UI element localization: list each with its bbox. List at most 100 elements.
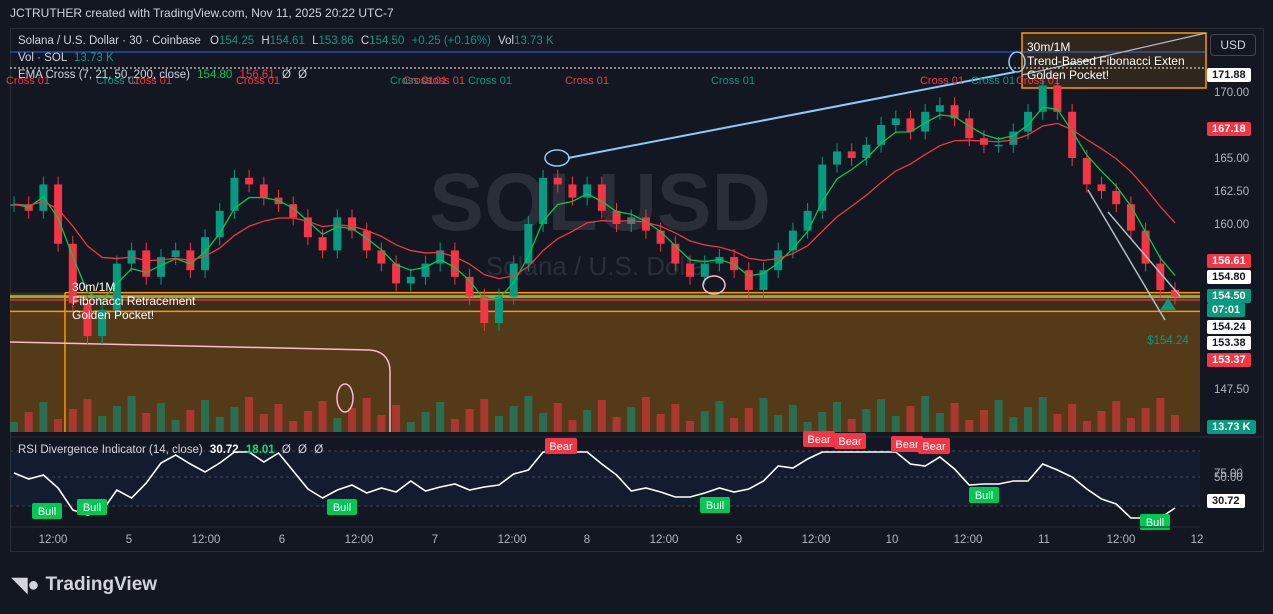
bull-label: Bull xyxy=(38,506,56,518)
x-axis-label: 6 xyxy=(279,534,285,546)
volume-bar xyxy=(641,397,650,432)
candle-body xyxy=(1112,191,1121,205)
bear-label: Bear xyxy=(549,441,573,453)
bull-label: Bull xyxy=(975,490,993,502)
candle-body xyxy=(832,151,841,165)
volume-bar xyxy=(832,402,841,432)
volume-label: Vol · SOL xyxy=(18,52,67,64)
x-axis-label: 12:00 xyxy=(650,534,679,546)
price-tag: 153.38 xyxy=(1207,336,1251,350)
volume-bar xyxy=(715,401,724,432)
symbol-name: Solana / U.S. Dollar · 30 · Coinbase xyxy=(18,35,201,47)
candle-body xyxy=(935,105,944,112)
bear-label: Bear xyxy=(895,439,919,451)
vol-label: Vol xyxy=(498,35,515,47)
volume-bar xyxy=(171,420,180,432)
candle-body xyxy=(686,263,695,277)
candle-body xyxy=(1126,204,1135,231)
volume-bar xyxy=(553,403,562,432)
candle-body xyxy=(171,250,180,257)
volume-bar xyxy=(112,406,121,432)
volume-bar xyxy=(259,414,268,432)
fib-right-line1: 30m/1M xyxy=(1027,40,1071,54)
volume-bar xyxy=(465,409,474,432)
volume-bar xyxy=(392,405,401,432)
tradingview-logo[interactable]: ◥● TradingView xyxy=(12,572,157,597)
volume-bar xyxy=(730,418,739,432)
cross-label: Cross 01 xyxy=(468,75,512,87)
volume-bar xyxy=(656,414,665,432)
candle-body xyxy=(1082,158,1091,185)
volume-bar xyxy=(142,413,151,432)
bear-label: Bear xyxy=(807,434,831,446)
bear-label: Bear xyxy=(922,441,946,453)
volume-bar xyxy=(201,400,210,432)
price-tag: 07:01 xyxy=(1207,303,1246,317)
cross-label: Cross 01 xyxy=(971,75,1015,87)
volume-bar xyxy=(54,419,63,432)
volume-bar xyxy=(965,420,974,432)
x-axis-label: 7 xyxy=(432,534,438,546)
volume-bar xyxy=(215,417,224,432)
candle-body xyxy=(847,151,856,158)
volume-bar xyxy=(1156,398,1165,432)
y-axis-label: 165.00 xyxy=(1214,153,1249,165)
volume-bar xyxy=(847,419,856,432)
candle-body xyxy=(612,210,621,224)
candle-body xyxy=(700,263,709,277)
candle-body xyxy=(553,177,562,185)
volume-bar xyxy=(700,411,709,432)
volume-bar xyxy=(906,406,915,432)
volume-bar xyxy=(318,401,327,432)
x-axis-label: 12:00 xyxy=(802,534,831,546)
candle-body xyxy=(509,263,518,297)
currency-button[interactable]: USD xyxy=(1210,34,1256,56)
cross-label: Cross 01 xyxy=(421,75,465,87)
x-axis-label: 12:00 xyxy=(954,534,983,546)
volume-legend[interactable]: Vol · SOL 13.73 K xyxy=(18,52,114,64)
volume-bar xyxy=(362,398,371,432)
volume-bar xyxy=(627,407,636,432)
volume-bar xyxy=(421,412,430,432)
change-value: +0.25 (+0.16%) xyxy=(411,35,491,47)
volume-bar xyxy=(156,403,165,432)
volume-bar xyxy=(774,415,783,432)
ema-legend[interactable]: EMA Cross (7, 21, 50, 200, close) 154.80… xyxy=(18,69,307,81)
rsi-value-2: 18.01 xyxy=(245,444,275,456)
volume-bar xyxy=(979,410,988,432)
candle-body xyxy=(333,217,342,251)
fib-right-label: 30m/1M Trend-Based Fibonacci Exten Golde… xyxy=(1027,40,1203,82)
volume-bar xyxy=(818,412,827,432)
price-tag: 167.18 xyxy=(1207,122,1251,136)
volume-bar xyxy=(1126,418,1135,432)
price-tag: 13.73 K xyxy=(1207,420,1256,434)
volume-bar xyxy=(1068,404,1077,432)
candle-body xyxy=(480,296,489,323)
open-value: 154.25 xyxy=(218,35,255,47)
bull-label: Bull xyxy=(706,500,724,512)
x-axis-label: 10 xyxy=(886,534,899,546)
volume-value: 13.73 K xyxy=(74,52,114,64)
volume-bar xyxy=(406,422,415,432)
rsi-value-3: Ø xyxy=(281,444,291,456)
close-label: C xyxy=(360,35,370,47)
volume-bar xyxy=(1038,397,1047,432)
candle-body xyxy=(994,144,1003,147)
volume-bar xyxy=(39,402,48,432)
symbol-legend[interactable]: Solana / U.S. Dollar · 30 · Coinbase O15… xyxy=(18,35,554,47)
volume-bar xyxy=(10,422,18,432)
rsi-legend[interactable]: RSI Divergence Indicator (14, close) 30.… xyxy=(18,444,323,456)
bear-label: Bear xyxy=(838,436,862,448)
low-value: 153.86 xyxy=(318,35,354,47)
high-label: H xyxy=(261,35,270,47)
volume-bar xyxy=(524,396,533,432)
volume-bar xyxy=(686,421,695,432)
candle-body xyxy=(245,177,254,185)
volume-bar xyxy=(289,421,298,432)
high-value: 154.61 xyxy=(269,35,305,47)
candle-body xyxy=(524,224,533,264)
volume-bar xyxy=(568,420,577,432)
x-axis-label: 11 xyxy=(1038,534,1050,546)
price-tag: 154.80 xyxy=(1207,270,1251,284)
x-axis-label: 12:00 xyxy=(39,534,68,546)
